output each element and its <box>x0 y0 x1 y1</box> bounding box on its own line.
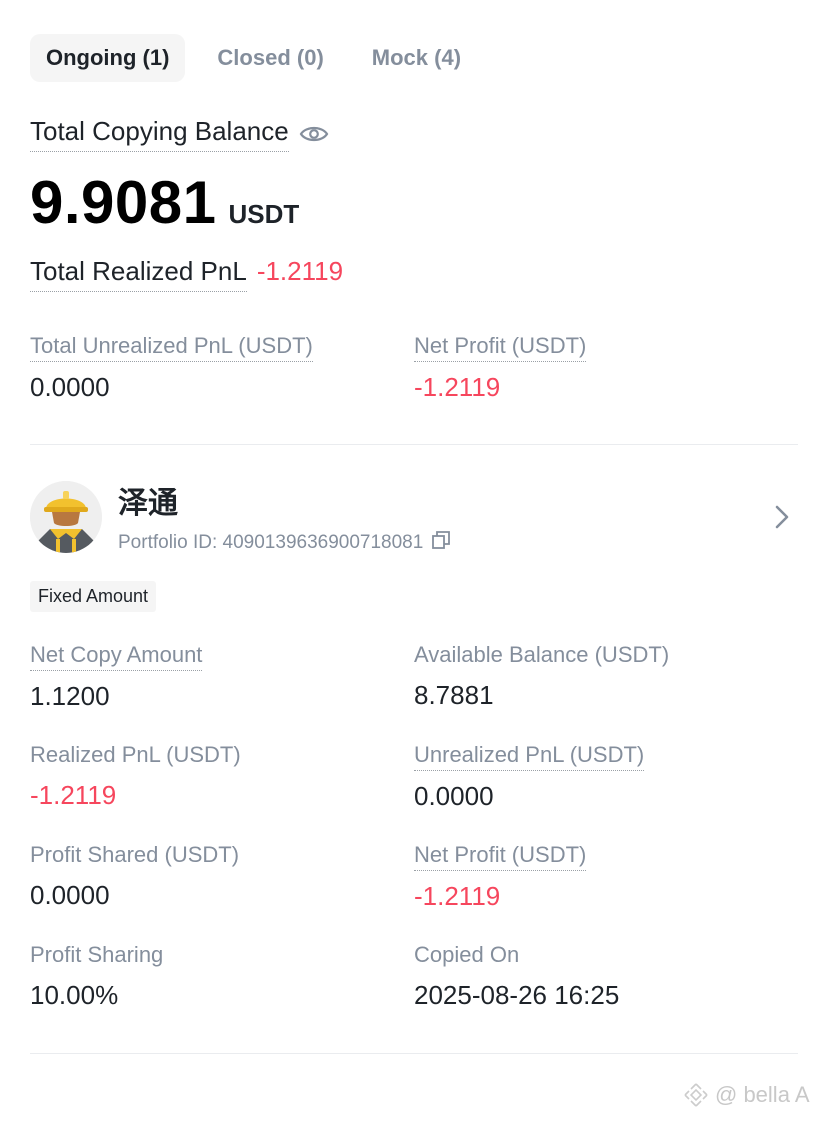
summary-net-profit-label[interactable]: Net Profit (USDT) <box>414 333 587 362</box>
binance-logo-icon <box>684 1083 708 1107</box>
total-realized-pnl-value: -1.2119 <box>256 256 344 286</box>
copy-icon[interactable] <box>431 530 451 556</box>
net-copy-amount-label[interactable]: Net Copy Amount <box>30 642 203 671</box>
chevron-right-icon[interactable] <box>770 502 794 532</box>
net-profit: Net Profit (USDT) -1.2119 <box>414 842 587 912</box>
portfolio-id: Portfolio ID: 4090139636900718081 <box>118 532 424 553</box>
total-balance: 9.9081 USDT <box>30 168 299 237</box>
copied-on-value: 2025-08-26 16:25 <box>414 980 620 1010</box>
portfolio-id-row: Portfolio ID: 4090139636900718081 <box>118 530 451 556</box>
profit-shared-label: Profit Shared (USDT) <box>30 842 240 867</box>
total-unrealized-pnl-label[interactable]: Total Unrealized PnL (USDT) <box>30 333 313 362</box>
trader-name[interactable]: 泽通 <box>118 478 451 522</box>
profit-shared-value: 0.0000 <box>30 880 110 910</box>
eye-icon[interactable] <box>299 119 329 149</box>
available-balance: Available Balance (USDT) 8.7881 <box>414 642 669 711</box>
unrealized-pnl-label[interactable]: Unrealized PnL (USDT) <box>414 742 645 771</box>
summary-net-profit-value: -1.2119 <box>414 372 501 402</box>
total-unrealized-pnl: Total Unrealized PnL (USDT) 0.0000 <box>30 333 313 403</box>
tab-ongoing[interactable]: Ongoing (1) <box>30 34 186 82</box>
unrealized-pnl: Unrealized PnL (USDT) 0.0000 <box>414 742 645 812</box>
total-balance-unit: USDT <box>228 199 300 229</box>
profit-shared: Profit Shared (USDT) 0.0000 <box>30 842 239 911</box>
net-profit-label[interactable]: Net Profit (USDT) <box>414 842 587 871</box>
tab-bar: Ongoing (1) Closed (0) Mock (4) <box>30 34 477 82</box>
trader-header[interactable]: 泽通 Portfolio ID: 4090139636900718081 <box>30 480 800 554</box>
net-copy-amount-value: 1.1200 <box>30 681 110 711</box>
realized-pnl-value: -1.2119 <box>30 780 117 810</box>
available-balance-value: 8.7881 <box>414 680 494 710</box>
watermark-text: @ bella A <box>715 1082 810 1107</box>
total-realized-pnl-row: Total Realized PnL -1.2119 <box>30 256 343 292</box>
summary-net-profit: Net Profit (USDT) -1.2119 <box>414 333 587 403</box>
tab-mock[interactable]: Mock (4) <box>356 34 477 82</box>
total-unrealized-pnl-value: 0.0000 <box>30 372 110 402</box>
profit-sharing-label: Profit Sharing <box>30 942 164 967</box>
divider <box>30 444 798 445</box>
realized-pnl-label: Realized PnL (USDT) <box>30 742 241 767</box>
net-copy-amount: Net Copy Amount 1.1200 <box>30 642 203 712</box>
balance-label-row: Total Copying Balance <box>30 116 329 152</box>
total-balance-value: 9.9081 <box>30 169 217 236</box>
total-realized-pnl-label[interactable]: Total Realized PnL <box>30 256 247 292</box>
copied-on: Copied On 2025-08-26 16:25 <box>414 942 619 1011</box>
tab-closed[interactable]: Closed (0) <box>201 34 339 82</box>
copy-mode-tag: Fixed Amount <box>30 581 157 612</box>
profit-sharing-value: 10.00% <box>30 980 119 1010</box>
avatar <box>30 481 102 553</box>
realized-pnl: Realized PnL (USDT) -1.2119 <box>30 742 241 811</box>
watermark: @ bella A <box>683 1082 810 1108</box>
net-profit-value: -1.2119 <box>414 881 501 911</box>
divider <box>30 1053 798 1054</box>
available-balance-label: Available Balance (USDT) <box>414 642 670 667</box>
unrealized-pnl-value: 0.0000 <box>414 781 494 811</box>
profit-sharing: Profit Sharing 10.00% <box>30 942 163 1011</box>
copied-on-label: Copied On <box>414 942 520 967</box>
total-copying-balance-label[interactable]: Total Copying Balance <box>30 116 289 152</box>
trader-info: 泽通 Portfolio ID: 4090139636900718081 <box>118 478 451 556</box>
